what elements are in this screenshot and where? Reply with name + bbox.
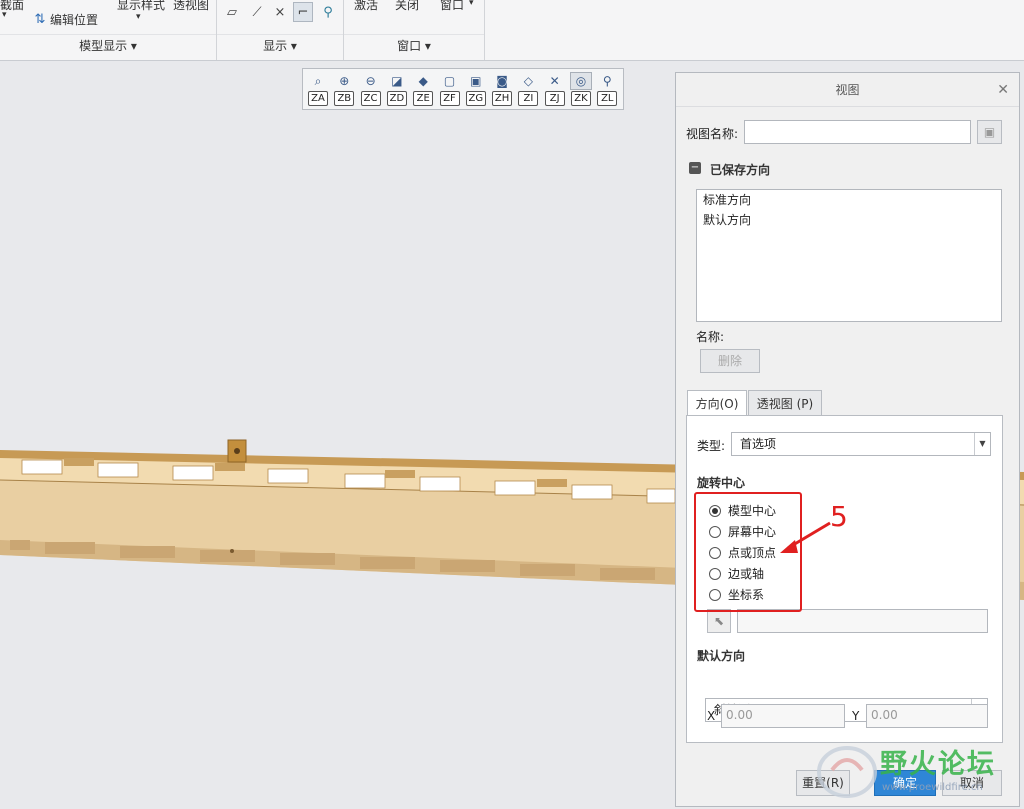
- zoom-out-icon[interactable]: ⊖: [360, 72, 382, 90]
- shortcut-tag: ZD: [386, 91, 407, 106]
- chevron-down-icon[interactable]: ▾: [136, 12, 141, 22]
- zoom-in-icon[interactable]: ⊕: [333, 72, 355, 90]
- y-label: Y: [852, 709, 860, 723]
- shortcut-tag: ZF: [439, 91, 460, 106]
- save-icon: ▣: [983, 125, 996, 139]
- y-angle-input[interactable]: 0.00: [866, 704, 988, 728]
- view-toolbar-item[interactable]: ▣ ZG: [464, 72, 488, 108]
- shortcut-tag: ZK: [571, 91, 591, 106]
- view-toolbar-item[interactable]: ✕ ZJ: [543, 72, 567, 108]
- default-orientation-title: 默认方向: [697, 649, 746, 663]
- close-icon[interactable]: ✕: [997, 73, 1009, 107]
- view-toolbar-item[interactable]: ⚲ ZL: [595, 72, 619, 108]
- spin-center-title: 旋转中心: [697, 476, 746, 490]
- shortcut-tag: ZA: [308, 91, 328, 106]
- chevron-down-icon[interactable]: ▼: [974, 433, 990, 455]
- view-toolbar-item[interactable]: ◪ ZD: [385, 72, 409, 108]
- tab-perspective[interactable]: 透视图 (P): [748, 390, 822, 416]
- group-label-model-display: 模型显示 ▾: [79, 39, 137, 53]
- ribbon-group-window: 激活 关闭 窗口 ▾ 窗口 ▾: [344, 0, 485, 60]
- plane-display-icon[interactable]: ▱: [222, 2, 242, 22]
- view-toolbar-item[interactable]: ◎ ZK: [569, 72, 593, 108]
- close-button[interactable]: 关闭: [395, 0, 419, 13]
- save-view-button[interactable]: ▣: [977, 120, 1002, 144]
- view-toolbar-item[interactable]: ▢ ZF: [438, 72, 462, 108]
- list-item[interactable]: 默认方向: [697, 210, 1001, 230]
- spin-center-icon[interactable]: ◎: [570, 72, 592, 90]
- display-style-button[interactable]: 显示样式: [117, 0, 165, 13]
- chevron-down-icon[interactable]: ▾: [469, 0, 474, 8]
- zoom-fit-icon[interactable]: ⌕: [307, 72, 329, 90]
- shortcut-tag: ZE: [413, 91, 434, 106]
- camera-icon[interactable]: ◙: [491, 72, 513, 90]
- view-toolbar-item[interactable]: ◇ ZI: [516, 72, 540, 108]
- view-toolbar-item[interactable]: ◙ ZH: [490, 72, 514, 108]
- shortcut-tag: ZL: [597, 91, 618, 106]
- tab-orientation[interactable]: 方向(O): [687, 390, 747, 416]
- annotation-icon[interactable]: ⚲: [596, 72, 618, 90]
- view-name-label: 视图名称:: [686, 127, 739, 141]
- ribbon-group-display: ▱ ⟋ × ⌐ ⚲ 显示 ▾: [217, 0, 344, 60]
- group-label-window: 窗口 ▾: [397, 39, 431, 53]
- cursor-arrow-icon: ⬉: [713, 614, 725, 628]
- view-toolbar-item[interactable]: ◆ ZE: [411, 72, 435, 108]
- perspective-button[interactable]: 透视图: [173, 0, 209, 13]
- x-label: X: [707, 709, 716, 723]
- ribbon-group-model-display: 截面 ▾ ⇅ 编辑位置 显示样式 ▾ 透视图 模型显示 ▾: [0, 0, 217, 60]
- watermark-url: www.proewildfire.cn: [882, 782, 983, 793]
- watermark-text: 野火论坛: [880, 749, 996, 780]
- axis-display-icon[interactable]: ⟋: [247, 2, 267, 22]
- view-toolbar-item[interactable]: ⌕ ZA: [306, 72, 330, 108]
- view-toolbar: ⌕ ZA ⊕ ZB ⊖ ZC ◪ ZD ◆ ZE ▢ ZF ▣ ZG ◙ ZH ◇ ZI ✕ ZJ ◎ ZK ⚲ ZL: [302, 68, 624, 110]
- display-style-icon[interactable]: ◇: [517, 72, 539, 90]
- window-menu-button[interactable]: 窗口: [440, 0, 464, 13]
- shaded-icon[interactable]: ◆: [412, 72, 434, 90]
- list-item[interactable]: 标准方向: [697, 190, 1001, 210]
- type-select-value: 首选项: [740, 437, 777, 451]
- view-toolbar-item[interactable]: ⊖ ZC: [359, 72, 383, 108]
- shortcut-tag: ZB: [334, 91, 355, 106]
- dialog-title: 视图: [835, 83, 860, 97]
- standard-orientation-icon[interactable]: ▢: [439, 72, 461, 90]
- ribbon: 截面 ▾ ⇅ 编辑位置 显示样式 ▾ 透视图 模型显示 ▾ ▱ ⟋ × ⌐ ⚲ …: [0, 0, 1024, 61]
- dialog-title-bar: 视图 ✕: [676, 73, 1019, 107]
- shortcut-tag: ZC: [360, 91, 381, 106]
- view-toolbar-item[interactable]: ⊕ ZB: [332, 72, 356, 108]
- shortcut-tag: ZI: [518, 91, 539, 106]
- type-label: 类型:: [697, 439, 726, 453]
- refit-icon[interactable]: ◪: [386, 72, 408, 90]
- activate-button[interactable]: 激活: [354, 0, 378, 13]
- saved-orientations-list[interactable]: 标准方向 默认方向: [696, 189, 1002, 322]
- x-angle-input[interactable]: 0.00: [721, 704, 845, 728]
- view-name-input[interactable]: [744, 120, 971, 144]
- shortcut-tag: ZH: [492, 91, 513, 106]
- edit-position-icon[interactable]: ⇅: [30, 9, 50, 29]
- select-reference-button[interactable]: ⬉: [707, 609, 731, 633]
- datum-display-icon[interactable]: ✕: [544, 72, 566, 90]
- watermark-logo-icon: [817, 746, 877, 798]
- point-display-icon[interactable]: ×: [270, 2, 290, 22]
- delete-button[interactable]: 删除: [700, 349, 760, 373]
- type-select[interactable]: 首选项 ▼: [731, 432, 991, 456]
- saved-orientations-title: 已保存方向: [710, 163, 771, 177]
- chevron-down-icon[interactable]: ▾: [2, 10, 7, 20]
- collapse-icon[interactable]: −: [689, 162, 701, 174]
- name-label: 名称:: [696, 330, 725, 344]
- shortcut-tag: ZG: [465, 91, 486, 106]
- edit-position-button[interactable]: 编辑位置: [50, 11, 98, 28]
- csys-display-icon[interactable]: ⌐: [293, 2, 313, 22]
- annotation-arrow-icon: [780, 521, 831, 553]
- annotation-display-icon[interactable]: ⚲: [318, 2, 338, 22]
- shortcut-tag: ZJ: [544, 91, 565, 106]
- group-label-display: 显示 ▾: [263, 39, 297, 53]
- reference-collector[interactable]: [737, 609, 988, 633]
- saved-orientation-icon[interactable]: ▣: [465, 72, 487, 90]
- watermark: 野火论坛 www.proewildfire.cn: [810, 740, 1020, 802]
